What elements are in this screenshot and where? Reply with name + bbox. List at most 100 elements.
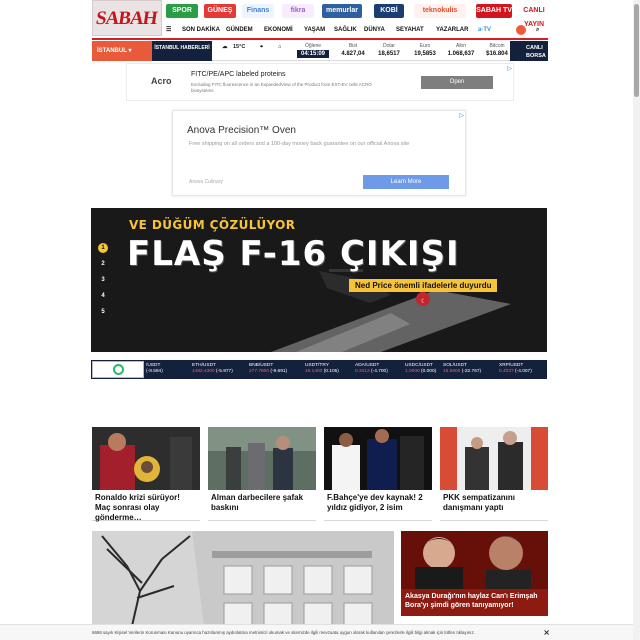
slide-4-button[interactable]: 4 xyxy=(96,288,110,304)
featured-story-card[interactable]: Akasya Durağı'nın haylaz Can'ı Erimşah B… xyxy=(401,531,548,616)
notification-icon[interactable] xyxy=(516,25,526,35)
ad-open-button[interactable]: Open xyxy=(421,76,493,89)
brand-spor[interactable]: SPOR xyxy=(166,4,198,18)
crypto-item[interactable]: ETH/USDT 1482.4300 (-5.977) xyxy=(192,363,242,377)
ticker-name: Bitcoin xyxy=(489,43,505,49)
brand-kobi[interactable]: KOBİ xyxy=(374,4,404,18)
nav-ekonomi[interactable]: EKONOMİ xyxy=(264,22,293,38)
brand-finans[interactable]: Finans xyxy=(242,4,274,18)
news-card[interactable]: PKK sempatizanını danışmanı yaptı xyxy=(440,427,548,521)
live-stock-button[interactable]: CANLI BORSA xyxy=(510,41,548,61)
slide-5-button[interactable]: 5 xyxy=(96,304,110,320)
chevron-down-icon: ▾ xyxy=(128,48,132,54)
ticker-name: Euro xyxy=(419,43,431,49)
prayer-label: Öğlene xyxy=(304,43,322,49)
ad-title: Anova Precision™ Oven xyxy=(187,125,296,136)
ticker-dolar[interactable]: Dolar 18,6517 xyxy=(372,43,406,59)
ticker-altin[interactable]: Altın 1.068,637 xyxy=(444,43,478,59)
news-image xyxy=(92,427,200,490)
nav-dunya[interactable]: DÜNYA xyxy=(364,22,385,38)
ticker-name: Altın xyxy=(455,43,466,49)
weather-icon: ☁ xyxy=(222,44,228,50)
news-card[interactable]: Alman darbecilere şafak baskını xyxy=(208,427,316,521)
brand-memurlar[interactable]: memurlar xyxy=(322,4,362,18)
news-card[interactable]: Ronaldo krizi sürüyor! Maç sonrası olay … xyxy=(92,427,200,522)
ticker-bitcoin[interactable]: Bitcoin $16.804 xyxy=(480,43,514,59)
ad-choice-icon[interactable]: ▷ xyxy=(507,65,512,72)
ad-description: Free shipping on all orders and a 100-da… xyxy=(189,141,410,147)
crypto-ticker-bar: /USDT (-8.594) ETH/USDT 1482.4300 (-5.977… xyxy=(91,360,547,379)
location-icon: ⌖ xyxy=(260,44,264,50)
ticker-name: Dolar xyxy=(383,43,395,49)
live-stock-label: CANLI BORSA xyxy=(526,45,546,59)
istanbul-news-link[interactable]: İSTANBUL HABERLERİ xyxy=(152,41,212,61)
svg-text:☾: ☾ xyxy=(421,298,426,305)
news-image xyxy=(440,427,548,490)
crypto-value: 16.5800 xyxy=(443,369,461,374)
nav-gundem[interactable]: GÜNDEM xyxy=(226,22,253,38)
slide-3-button[interactable]: 3 xyxy=(96,272,110,288)
news-title: Ronaldo krizi sürüyor! Maç sonrası olay … xyxy=(95,493,180,522)
crypto-change: (0.105) xyxy=(323,369,339,374)
header-divider xyxy=(92,38,548,40)
ticker-bist[interactable]: Bist 4.827,04 xyxy=(336,43,370,59)
crypto-change: (-4.700) xyxy=(371,369,388,374)
crypto-item[interactable]: BNB/USDT 277.7800 (-9.691) xyxy=(249,363,299,377)
city-name: İSTANBUL xyxy=(97,48,127,54)
crypto-value: 1482.4300 xyxy=(192,369,215,374)
nav-seyahat[interactable]: SEYAHAT xyxy=(396,22,424,38)
weather-temp: 15°C xyxy=(233,44,246,50)
ticker-value: 19,5853 xyxy=(414,51,436,57)
sabah-homepage: SABAH SPOR GÜNEŞ Finans fikra memurlar K… xyxy=(0,0,640,640)
hamburger-menu-icon[interactable]: ☰ xyxy=(166,22,171,38)
brand-gunes[interactable]: GÜNEŞ xyxy=(204,4,236,18)
close-icon[interactable]: × xyxy=(543,627,550,639)
news-card[interactable]: F.Bahçe'ye dev kaynak! 2 yıldız gidiyor,… xyxy=(324,427,432,521)
brand-teknokulis[interactable]: teknokulis xyxy=(414,4,466,18)
news-title: Alman darbecilere şafak baskını xyxy=(211,493,304,512)
news-image xyxy=(208,427,316,490)
news-title: PKK sempatizanını danışmanı yaptı xyxy=(443,493,516,512)
crypto-ticker-logo xyxy=(92,361,144,378)
featured-news-image[interactable] xyxy=(92,531,394,626)
nav-yazarlar[interactable]: YAZARLAR xyxy=(436,22,468,38)
banner-ad[interactable]: Acro FITC/PE/APC labeled proteins Exclud… xyxy=(126,63,514,101)
crypto-change: (-9.691) xyxy=(270,369,288,374)
nav-yasam[interactable]: YAŞAM xyxy=(304,22,325,38)
crypto-change: (-8.594) xyxy=(146,369,163,374)
crypto-change: (-4.007) xyxy=(515,369,532,374)
ad-choice-icon[interactable]: ▷ xyxy=(459,112,464,119)
crypto-item[interactable]: XRP/USDT 0.4037 (-4.007) xyxy=(499,363,549,377)
ad-learn-more-button[interactable]: Learn More xyxy=(363,175,449,189)
crypto-item[interactable]: SOL/USDT 16.5800 (-22.767) xyxy=(443,363,493,377)
ticker-euro[interactable]: Euro 19,5853 xyxy=(408,43,442,59)
city-selector[interactable]: İSTANBUL ▾ xyxy=(92,41,152,61)
page-scrollbar[interactable] xyxy=(633,0,640,640)
ad-title: FITC/PE/APC labeled proteins xyxy=(191,71,286,78)
crypto-change: (-22.767) xyxy=(461,369,482,374)
headline-title: FLAŞ F-16 ÇIKIŞI xyxy=(127,234,460,274)
headline-slider[interactable]: ☾ VE DÜĞÜM ÇÖZÜLÜYOR FLAŞ F-16 ÇIKIŞI Ne… xyxy=(91,208,547,352)
slide-number: 1 xyxy=(98,243,108,253)
brand-sabah-tv[interactable]: SABAH TV xyxy=(476,4,512,18)
search-icon[interactable]: ⌕ xyxy=(536,22,539,38)
site-logo[interactable]: SABAH xyxy=(92,0,162,36)
crypto-item[interactable]: /USDT (-8.594) xyxy=(146,363,196,377)
crypto-item[interactable]: USDT/TRY 19.1400 (0.105) xyxy=(305,363,355,377)
product-ad[interactable]: Anova Precision™ Oven Free shipping on a… xyxy=(172,110,466,196)
brand-fikra[interactable]: fikra xyxy=(282,4,314,18)
headline-subtitle: Ned Price önemli ifadelerle duyurdu xyxy=(349,279,498,292)
slide-2-button[interactable]: 2 xyxy=(96,256,110,272)
live-broadcast-link[interactable]: CANLI YAYIN xyxy=(520,4,548,28)
news-image xyxy=(324,427,432,490)
slide-1-button[interactable]: 1 xyxy=(96,240,110,256)
scrollbar-thumb[interactable] xyxy=(634,4,639,97)
news-title: F.Bahçe'ye dev kaynak! 2 yıldız gidiyor,… xyxy=(327,493,423,512)
slider-pagination: 1 2 3 4 5 xyxy=(96,240,110,320)
nav-son-dakika[interactable]: SON DAKİKA xyxy=(182,22,220,38)
nav-saglik[interactable]: SAĞLIK xyxy=(334,22,357,38)
crypto-item[interactable]: ADA/USDT 0.3412 (-4.700) xyxy=(355,363,405,377)
main-navigation: ☰ SON DAKİKA GÜNDEM EKONOMİ YAŞAM SAĞLIK… xyxy=(166,22,548,38)
nav-atv[interactable]: a-TV xyxy=(478,22,491,38)
story-title: Akasya Durağı'nın haylaz Can'ı Erimşah B… xyxy=(401,589,548,616)
